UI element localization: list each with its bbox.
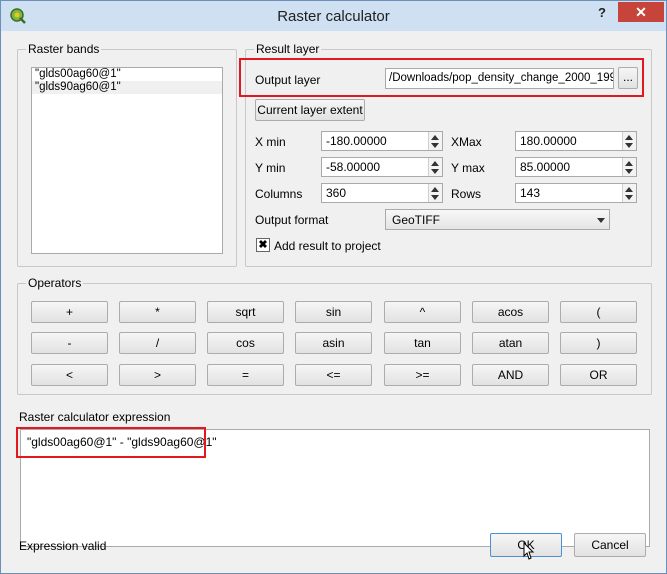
spin-down-icon[interactable] — [625, 169, 633, 174]
xmin-stepper[interactable] — [428, 132, 442, 150]
ymax-label: Y max — [451, 161, 485, 175]
add-result-checkbox[interactable]: ✖ — [256, 238, 270, 252]
rows-label: Rows — [451, 187, 482, 201]
highlight-expression — [16, 427, 206, 458]
expression-status: Expression valid — [19, 539, 107, 553]
current-layer-extent-button[interactable]: Current layer extent — [255, 99, 365, 121]
ymax-value: 85.00000 — [520, 160, 571, 174]
expression-label: Raster calculator expression — [19, 410, 171, 424]
spin-up-icon[interactable] — [625, 135, 633, 140]
cancel-button[interactable]: Cancel — [574, 533, 646, 557]
operator-button[interactable]: <= — [295, 364, 372, 386]
raster-band-item[interactable]: "glds00ag60@1" — [32, 68, 222, 81]
operator-button[interactable]: sin — [295, 301, 372, 323]
columns-label: Columns — [255, 187, 303, 201]
rows-spinbox[interactable]: 143 — [515, 183, 637, 203]
highlight-output-layer — [239, 58, 644, 97]
operator-button[interactable]: AND — [472, 364, 549, 386]
ymax-stepper[interactable] — [622, 158, 636, 176]
xmin-label: X min — [255, 135, 286, 149]
spin-up-icon[interactable] — [431, 187, 439, 192]
xmin-spinbox[interactable]: -180.00000 — [321, 131, 443, 151]
operator-button[interactable]: ( — [560, 301, 637, 323]
operator-button[interactable]: acos — [472, 301, 549, 323]
raster-calculator-dialog: Raster calculator ? ✕ Raster bands "glds… — [0, 0, 667, 574]
dialog-content: Raster bands "glds00ag60@1" "glds90ag60@… — [9, 31, 659, 565]
output-format-value: GeoTIFF — [392, 213, 441, 227]
mouse-pointer-icon — [523, 542, 535, 560]
spin-down-icon[interactable] — [431, 143, 439, 148]
ymin-stepper[interactable] — [428, 158, 442, 176]
operator-button[interactable]: - — [31, 332, 108, 354]
spin-down-icon[interactable] — [431, 195, 439, 200]
xmax-spinbox[interactable]: 180.00000 — [515, 131, 637, 151]
operator-button[interactable]: / — [119, 332, 196, 354]
operator-button[interactable]: + — [31, 301, 108, 323]
operator-button[interactable]: > — [119, 364, 196, 386]
operator-button[interactable]: * — [119, 301, 196, 323]
close-button[interactable]: ✕ — [618, 2, 664, 22]
spin-up-icon[interactable] — [431, 161, 439, 166]
operator-button[interactable]: = — [207, 364, 284, 386]
columns-spinbox[interactable]: 360 — [321, 183, 443, 203]
ymax-spinbox[interactable]: 85.00000 — [515, 157, 637, 177]
output-format-select[interactable]: GeoTIFF — [385, 209, 610, 230]
add-result-label: Add result to project — [274, 239, 381, 253]
help-button[interactable]: ? — [589, 3, 615, 23]
operators-legend: Operators — [26, 276, 84, 290]
title-bar[interactable]: Raster calculator ? ✕ — [1, 1, 666, 31]
spin-down-icon[interactable] — [431, 169, 439, 174]
ymin-spinbox[interactable]: -58.00000 — [321, 157, 443, 177]
output-format-label: Output format — [255, 213, 329, 227]
raster-bands-list[interactable]: "glds00ag60@1" "glds90ag60@1" — [31, 67, 223, 254]
xmax-value: 180.00000 — [520, 134, 577, 148]
raster-band-item[interactable]: "glds90ag60@1" — [32, 81, 222, 94]
operator-button[interactable]: ^ — [384, 301, 461, 323]
spin-up-icon[interactable] — [625, 187, 633, 192]
ymin-label: Y min — [255, 161, 286, 175]
operator-button[interactable]: < — [31, 364, 108, 386]
operator-button[interactable]: tan — [384, 332, 461, 354]
chevron-down-icon[interactable] — [597, 218, 605, 223]
rows-stepper[interactable] — [622, 184, 636, 202]
rows-value: 143 — [520, 186, 541, 200]
raster-bands-legend: Raster bands — [26, 42, 102, 56]
xmin-value: -180.00000 — [326, 134, 387, 148]
result-layer-legend: Result layer — [254, 42, 322, 56]
window-title: Raster calculator — [277, 8, 390, 25]
spin-down-icon[interactable] — [625, 143, 633, 148]
operator-button[interactable]: cos — [207, 332, 284, 354]
operator-button[interactable]: OR — [560, 364, 637, 386]
xmax-stepper[interactable] — [622, 132, 636, 150]
spin-up-icon[interactable] — [431, 135, 439, 140]
spin-up-icon[interactable] — [625, 161, 633, 166]
operator-button[interactable]: sqrt — [207, 301, 284, 323]
ymin-value: -58.00000 — [326, 160, 381, 174]
operator-button[interactable]: atan — [472, 332, 549, 354]
operator-button[interactable]: >= — [384, 364, 461, 386]
columns-stepper[interactable] — [428, 184, 442, 202]
xmax-label: XMax — [451, 135, 482, 149]
columns-value: 360 — [326, 186, 347, 200]
spin-down-icon[interactable] — [625, 195, 633, 200]
operator-button[interactable]: ) — [560, 332, 637, 354]
operator-button[interactable]: asin — [295, 332, 372, 354]
